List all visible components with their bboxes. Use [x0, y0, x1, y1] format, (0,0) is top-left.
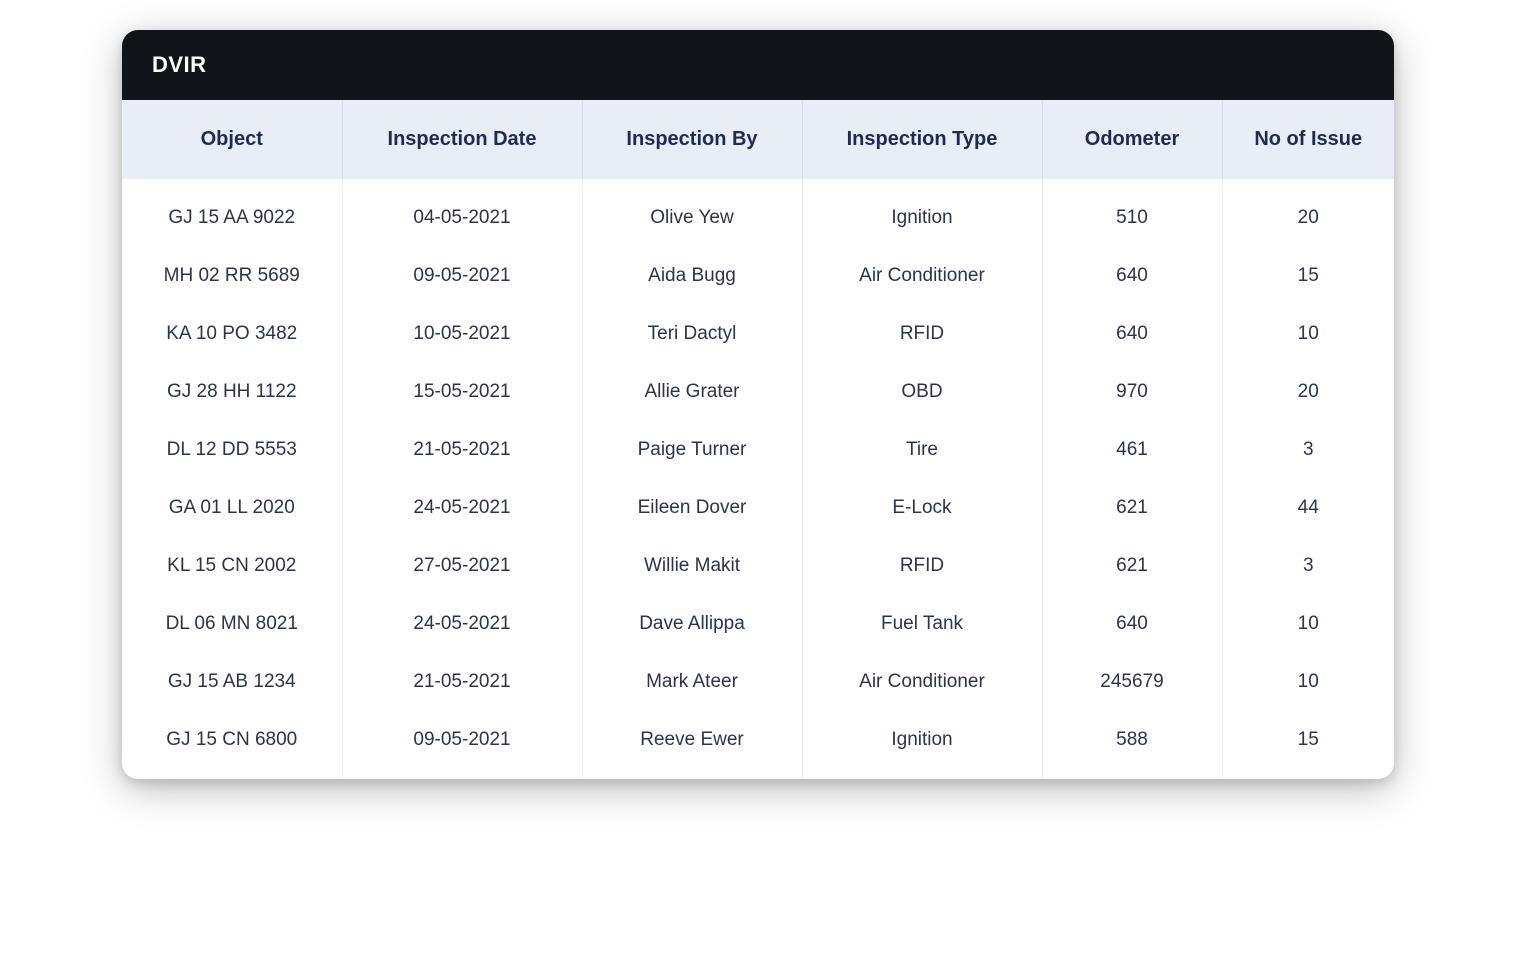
cell-inspection-type: Ignition	[802, 179, 1042, 247]
cell-inspection-date: 04-05-2021	[342, 179, 582, 247]
cell-inspection-type: RFID	[802, 305, 1042, 363]
table-head: Object Inspection Date Inspection By Ins…	[122, 100, 1394, 179]
cell-no-of-issue: 15	[1222, 247, 1394, 305]
cell-object: KA 10 PO 3482	[122, 305, 342, 363]
table-header-row: Object Inspection Date Inspection By Ins…	[122, 100, 1394, 179]
cell-inspection-type: Ignition	[802, 711, 1042, 779]
cell-inspection-by: Olive Yew	[582, 179, 802, 247]
cell-object: GJ 15 AA 9022	[122, 179, 342, 247]
cell-odometer: 245679	[1042, 653, 1222, 711]
cell-inspection-type: Tire	[802, 421, 1042, 479]
cell-inspection-by: Aida Bugg	[582, 247, 802, 305]
cell-inspection-by: Reeve Ewer	[582, 711, 802, 779]
cell-no-of-issue: 10	[1222, 595, 1394, 653]
cell-object: GJ 28 HH 1122	[122, 363, 342, 421]
col-header-inspection-type[interactable]: Inspection Type	[802, 100, 1042, 179]
table-row[interactable]: MH 02 RR 568909-05-2021Aida BuggAir Cond…	[122, 247, 1394, 305]
cell-object: GJ 15 AB 1234	[122, 653, 342, 711]
cell-inspection-type: RFID	[802, 537, 1042, 595]
cell-inspection-date: 09-05-2021	[342, 711, 582, 779]
table-row[interactable]: KL 15 CN 200227-05-2021Willie MakitRFID6…	[122, 537, 1394, 595]
cell-odometer: 621	[1042, 479, 1222, 537]
cell-odometer: 461	[1042, 421, 1222, 479]
cell-inspection-by: Allie Grater	[582, 363, 802, 421]
cell-odometer: 588	[1042, 711, 1222, 779]
cell-odometer: 970	[1042, 363, 1222, 421]
col-header-odometer[interactable]: Odometer	[1042, 100, 1222, 179]
cell-no-of-issue: 44	[1222, 479, 1394, 537]
cell-odometer: 640	[1042, 247, 1222, 305]
col-header-inspection-by[interactable]: Inspection By	[582, 100, 802, 179]
col-header-object[interactable]: Object	[122, 100, 342, 179]
cell-inspection-by: Paige Turner	[582, 421, 802, 479]
cell-inspection-date: 21-05-2021	[342, 653, 582, 711]
cell-no-of-issue: 20	[1222, 179, 1394, 247]
cell-no-of-issue: 3	[1222, 537, 1394, 595]
table-row[interactable]: GA 01 LL 202024-05-2021Eileen DoverE-Loc…	[122, 479, 1394, 537]
dvir-table: Object Inspection Date Inspection By Ins…	[122, 100, 1394, 779]
cell-inspection-date: 10-05-2021	[342, 305, 582, 363]
cell-odometer: 621	[1042, 537, 1222, 595]
cell-object: DL 06 MN 8021	[122, 595, 342, 653]
table-row[interactable]: DL 06 MN 802124-05-2021Dave AllippaFuel …	[122, 595, 1394, 653]
table-row[interactable]: GJ 15 AA 902204-05-2021Olive YewIgnition…	[122, 179, 1394, 247]
table-row[interactable]: GJ 15 CN 680009-05-2021Reeve EwerIgnitio…	[122, 711, 1394, 779]
card-title: DVIR	[152, 52, 207, 77]
cell-no-of-issue: 10	[1222, 305, 1394, 363]
cell-inspection-by: Teri Dactyl	[582, 305, 802, 363]
card-header: DVIR	[122, 30, 1394, 100]
cell-odometer: 640	[1042, 595, 1222, 653]
cell-object: KL 15 CN 2002	[122, 537, 342, 595]
cell-no-of-issue: 10	[1222, 653, 1394, 711]
cell-inspection-by: Mark Ateer	[582, 653, 802, 711]
cell-inspection-type: Air Conditioner	[802, 247, 1042, 305]
col-header-no-of-issue[interactable]: No of Issue	[1222, 100, 1394, 179]
cell-inspection-type: Air Conditioner	[802, 653, 1042, 711]
cell-odometer: 510	[1042, 179, 1222, 247]
cell-inspection-by: Eileen Dover	[582, 479, 802, 537]
cell-object: GJ 15 CN 6800	[122, 711, 342, 779]
cell-object: MH 02 RR 5689	[122, 247, 342, 305]
cell-no-of-issue: 3	[1222, 421, 1394, 479]
cell-inspection-by: Dave Allippa	[582, 595, 802, 653]
table-body: GJ 15 AA 902204-05-2021Olive YewIgnition…	[122, 179, 1394, 779]
cell-inspection-type: OBD	[802, 363, 1042, 421]
cell-inspection-date: 15-05-2021	[342, 363, 582, 421]
cell-inspection-date: 21-05-2021	[342, 421, 582, 479]
cell-no-of-issue: 20	[1222, 363, 1394, 421]
cell-object: GA 01 LL 2020	[122, 479, 342, 537]
cell-object: DL 12 DD 5553	[122, 421, 342, 479]
table-row[interactable]: DL 12 DD 555321-05-2021Paige TurnerTire4…	[122, 421, 1394, 479]
cell-inspection-date: 27-05-2021	[342, 537, 582, 595]
cell-odometer: 640	[1042, 305, 1222, 363]
table-row[interactable]: GJ 15 AB 123421-05-2021Mark AteerAir Con…	[122, 653, 1394, 711]
cell-inspection-type: E-Lock	[802, 479, 1042, 537]
cell-inspection-date: 09-05-2021	[342, 247, 582, 305]
cell-inspection-type: Fuel Tank	[802, 595, 1042, 653]
col-header-inspection-date[interactable]: Inspection Date	[342, 100, 582, 179]
cell-no-of-issue: 15	[1222, 711, 1394, 779]
cell-inspection-by: Willie Makit	[582, 537, 802, 595]
table-container: Object Inspection Date Inspection By Ins…	[122, 100, 1394, 779]
table-row[interactable]: GJ 28 HH 112215-05-2021Allie GraterOBD97…	[122, 363, 1394, 421]
dvir-card: DVIR Object Inspection Date Inspection B…	[122, 30, 1394, 779]
cell-inspection-date: 24-05-2021	[342, 479, 582, 537]
table-row[interactable]: KA 10 PO 348210-05-2021Teri DactylRFID64…	[122, 305, 1394, 363]
cell-inspection-date: 24-05-2021	[342, 595, 582, 653]
